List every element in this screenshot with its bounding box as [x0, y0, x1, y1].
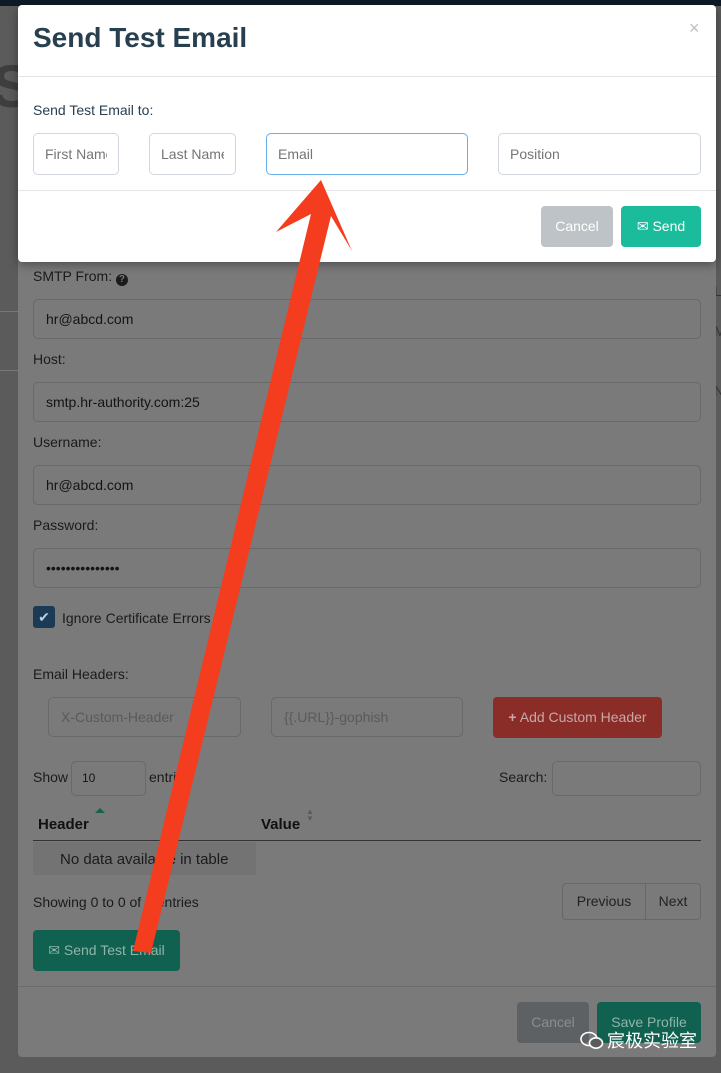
annotation-arrow [133, 180, 352, 953]
wechat-icon [580, 1031, 604, 1056]
watermark-text: 宸极实验室 [607, 1031, 697, 1051]
arrow-shape [133, 180, 352, 953]
